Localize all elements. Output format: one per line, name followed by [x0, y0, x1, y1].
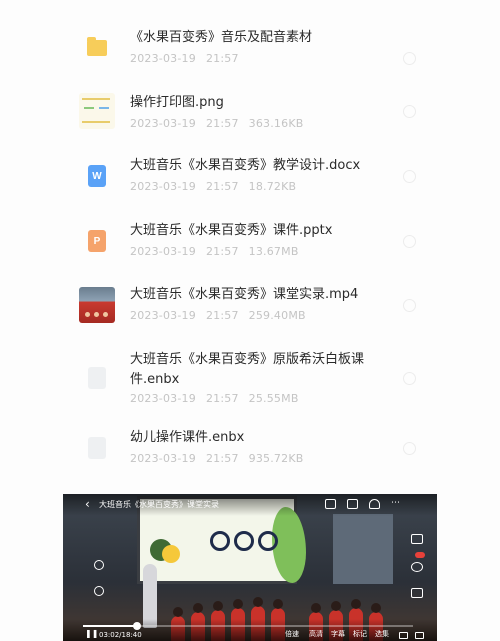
- file-meta: 2023-03-19 21:57: [130, 52, 239, 65]
- file-name: 幼儿操作课件.enbx: [130, 430, 245, 445]
- video-title: 大班音乐《水果百变秀》课堂实录: [99, 500, 219, 509]
- headphone-icon[interactable]: [369, 499, 380, 509]
- cast-icon[interactable]: [325, 499, 336, 509]
- file-name: 大班音乐《水果百变秀》教学设计.docx: [130, 158, 361, 173]
- rotate-icon[interactable]: [415, 632, 424, 639]
- file-row[interactable]: 《水果百变秀》音乐及配音素材 2023-03-19 21:57: [0, 16, 500, 80]
- progress-fill: [83, 625, 137, 627]
- pip-icon[interactable]: [347, 499, 358, 509]
- ppt-doc-icon: P: [79, 223, 115, 259]
- select-radio[interactable]: [403, 372, 416, 385]
- file-name: 操作打印图.png: [130, 95, 224, 110]
- progress-bar[interactable]: [83, 622, 413, 630]
- fullscreen-icon[interactable]: [399, 632, 408, 639]
- select-radio[interactable]: [403, 235, 416, 248]
- more-icon[interactable]: ⋯: [391, 499, 402, 509]
- new-badge: [415, 552, 425, 558]
- file-row[interactable]: 大班音乐《水果百变秀》课堂实录.mp4 2023-03-19 21:57 259.4…: [0, 275, 500, 339]
- bookmark-button[interactable]: 标记: [353, 629, 367, 639]
- file-meta: 2023-03-19 21:57 25.55MB: [130, 392, 299, 405]
- select-radio[interactable]: [403, 52, 416, 65]
- file-row[interactable]: 大班音乐《水果百变秀》原版希沃白板课件.enbx 2023-03-19 21:57…: [0, 340, 500, 424]
- video-player[interactable]: ‹ 大班音乐《水果百变秀》课堂实录 ⋯ ❚❚ 03:02/18:40 倍速 高清…: [63, 494, 437, 641]
- speed-icon[interactable]: [94, 586, 104, 596]
- progress-knob[interactable]: [132, 622, 141, 630]
- video-thumbnail: [79, 287, 115, 323]
- file-name: 大班音乐《水果百变秀》原版希沃白板课件.enbx: [130, 352, 365, 387]
- subtitle-button[interactable]: 字幕: [331, 629, 345, 639]
- file-meta: 2023-03-19 21:57 259.40MB: [130, 309, 306, 322]
- image-thumbnail: [79, 93, 115, 129]
- file-meta: 2023-03-19 21:57 363.16KB: [130, 117, 304, 130]
- select-radio[interactable]: [403, 105, 416, 118]
- file-row[interactable]: W 大班音乐《水果百变秀》教学设计.docx 2023-03-19 21:57 18…: [0, 146, 500, 210]
- quality-button[interactable]: 高清: [309, 629, 323, 639]
- file-meta: 2023-03-19 21:57 13.67MB: [130, 245, 299, 258]
- select-radio[interactable]: [403, 170, 416, 183]
- file-row[interactable]: 操作打印图.png 2023-03-19 21:57 363.16KB: [0, 81, 500, 145]
- enbx-doc-icon: [79, 430, 115, 466]
- select-radio[interactable]: [403, 442, 416, 455]
- file-name: 大班音乐《水果百变秀》课件.pptx: [130, 223, 333, 238]
- star-icon[interactable]: [411, 562, 423, 572]
- file-meta: 2023-03-19 21:57 18.72KB: [130, 180, 297, 193]
- enbx-doc-icon: [79, 360, 115, 396]
- chevron-left-icon[interactable]: ‹: [85, 498, 90, 510]
- episodes-button[interactable]: 选集: [375, 629, 389, 639]
- player-top-bar: ‹ 大班音乐《水果百变秀》课堂实录 ⋯: [63, 494, 437, 516]
- player-bottom-bar: ❚❚ 03:02/18:40 倍速 高清 字幕 标记 选集: [63, 619, 437, 641]
- file-row[interactable]: P 大班音乐《水果百变秀》课件.pptx 2023-03-19 21:57 13.6…: [0, 211, 500, 275]
- camera-icon[interactable]: [411, 534, 423, 544]
- file-meta: 2023-03-19 21:57 935.72KB: [130, 452, 304, 465]
- file-row[interactable]: 幼儿操作课件.enbx 2023-03-19 21:57 935.72KB: [0, 420, 500, 484]
- screenshot-icon[interactable]: [411, 588, 423, 598]
- folder-icon: [79, 30, 115, 66]
- pause-icon[interactable]: ❚❚: [85, 630, 98, 638]
- word-doc-icon: W: [79, 158, 115, 194]
- file-name: 《水果百变秀》音乐及配音素材: [130, 30, 313, 45]
- select-radio[interactable]: [403, 299, 416, 312]
- file-name: 大班音乐《水果百变秀》课堂实录.mp4: [130, 287, 359, 302]
- speed-button[interactable]: 倍速: [285, 629, 299, 639]
- playback-time: 03:02/18:40: [99, 631, 142, 639]
- lock-icon[interactable]: [94, 560, 104, 570]
